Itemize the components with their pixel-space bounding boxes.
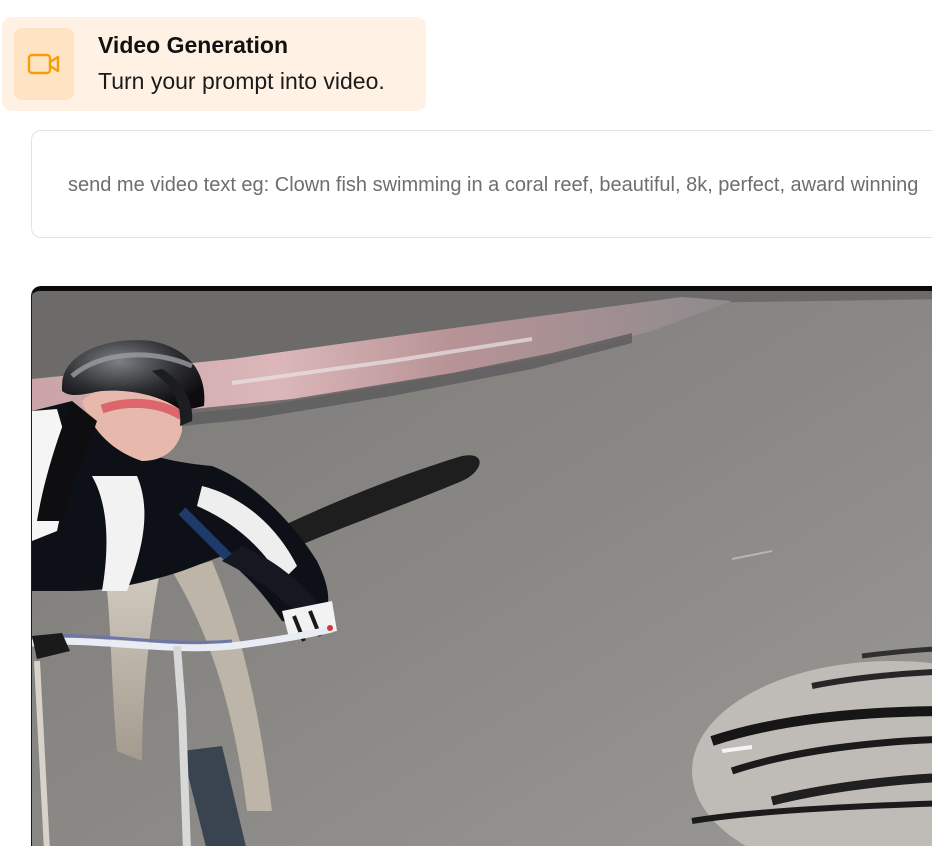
feature-title: Video Generation xyxy=(98,32,289,58)
video-camera-icon xyxy=(27,53,60,75)
feature-subtitle: Turn your prompt into video. xyxy=(98,68,385,94)
prompt-input[interactable] xyxy=(68,168,932,202)
prompt-container[interactable] xyxy=(31,130,932,238)
video-camera-icon-badge xyxy=(14,28,74,100)
feature-card: Video Generation Turn your prompt into v… xyxy=(2,17,426,111)
video-player[interactable] xyxy=(31,286,932,846)
video-frame-image xyxy=(32,291,932,846)
